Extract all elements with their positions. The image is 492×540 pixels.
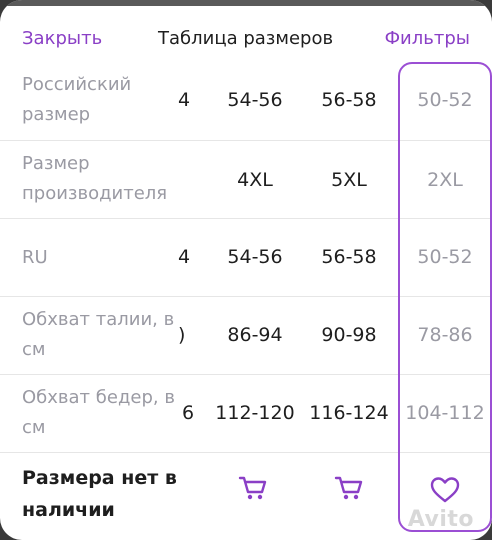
table-row: Обхват талии, в см ) 86-94 90-98 78-86 bbox=[0, 297, 492, 375]
row-label: Российский размер bbox=[22, 74, 132, 125]
size-cell-selected[interactable]: 104-112 bbox=[403, 402, 487, 424]
size-cell[interactable]: 56-58 bbox=[312, 89, 386, 111]
size-cell[interactable]: 86-94 bbox=[218, 324, 292, 346]
cart-icon[interactable] bbox=[334, 474, 364, 506]
filters-button[interactable]: Фильтры bbox=[385, 28, 470, 49]
partial-cell: ) bbox=[178, 324, 186, 346]
cart-icon[interactable] bbox=[238, 474, 268, 506]
size-cell-selected[interactable]: 2XL bbox=[405, 169, 485, 191]
row-label: Обхват бедер, в см bbox=[22, 387, 175, 438]
size-cell[interactable]: 116-124 bbox=[306, 402, 392, 424]
size-cell[interactable]: 4XL bbox=[218, 169, 292, 191]
size-cell[interactable]: 90-98 bbox=[312, 324, 386, 346]
table-row: Российский размер 4 54-56 56-58 50-52 bbox=[0, 62, 492, 140]
partial-cell: 4 bbox=[178, 89, 191, 111]
row-label: Размер производителя bbox=[22, 153, 168, 204]
size-cell-selected[interactable]: 50-52 bbox=[405, 246, 485, 268]
row-label: Обхват талии, в см bbox=[22, 309, 175, 360]
divider bbox=[0, 452, 492, 453]
header: Закрыть Таблица размеров Фильтры bbox=[0, 18, 492, 62]
unavailable-label: Размера нет в наличии bbox=[22, 467, 177, 521]
size-cell[interactable]: 54-56 bbox=[218, 246, 292, 268]
size-cell[interactable]: 5XL bbox=[312, 169, 386, 191]
heart-icon[interactable] bbox=[430, 476, 460, 508]
close-button[interactable]: Закрыть bbox=[22, 28, 102, 49]
page-title: Таблица размеров bbox=[158, 28, 334, 49]
size-cell-selected[interactable]: 50-52 bbox=[405, 89, 485, 111]
top-strip bbox=[0, 0, 492, 6]
partial-cell: 4 bbox=[178, 246, 191, 268]
size-cell[interactable]: 112-120 bbox=[214, 402, 296, 424]
size-cell[interactable]: 56-58 bbox=[312, 246, 386, 268]
size-cell-selected[interactable]: 78-86 bbox=[405, 324, 485, 346]
size-table-sheet: Закрыть Таблица размеров Фильтры Российс… bbox=[0, 0, 492, 540]
table-row: Обхват бедер, в см 6 112-120 116-124 104… bbox=[0, 375, 492, 453]
watermark: Avito bbox=[407, 507, 474, 532]
table-row: RU 4 54-56 56-58 50-52 bbox=[0, 219, 492, 297]
table-row: Размер производителя 4XL 5XL 2XL bbox=[0, 141, 492, 219]
partial-cell: 6 bbox=[182, 402, 195, 424]
row-label: RU bbox=[22, 247, 48, 268]
size-cell[interactable]: 54-56 bbox=[218, 89, 292, 111]
